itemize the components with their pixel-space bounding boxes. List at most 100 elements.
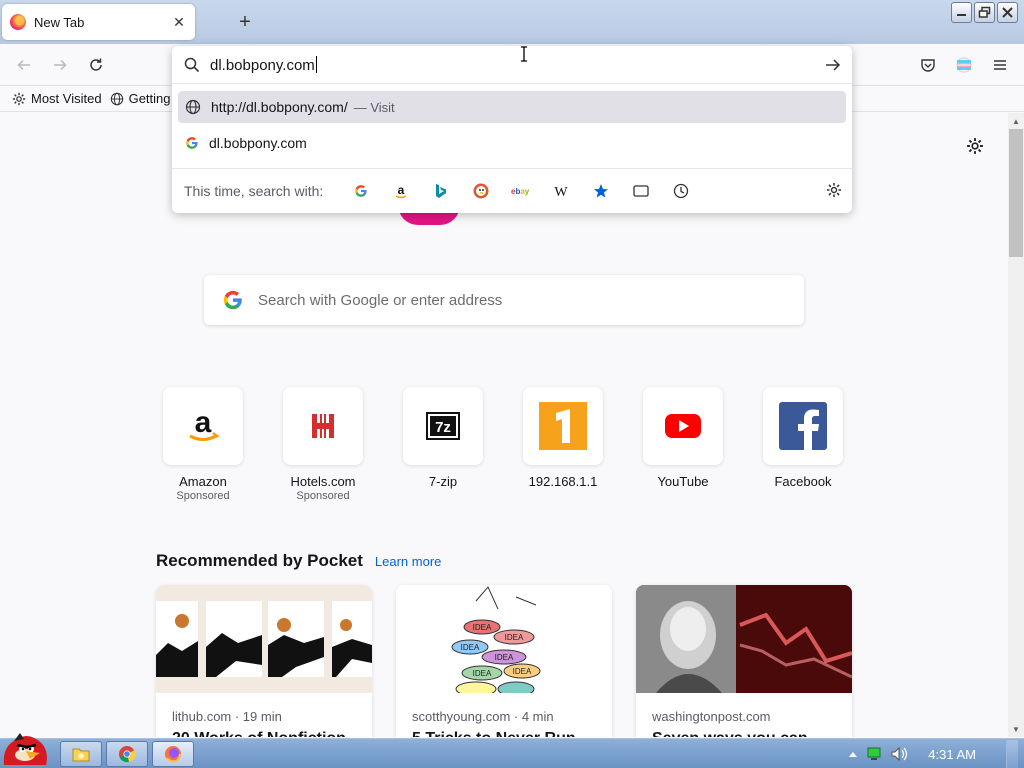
taskbar: 4:31 AM — [0, 733, 1024, 768]
urlbar-input[interactable]: dl.bobpony.com — [172, 46, 852, 84]
top-sites: a Amazon Sponsored Hotels.com Sponsored — [163, 387, 843, 502]
svg-text:W: W — [555, 185, 569, 198]
arrow-left-icon — [17, 59, 30, 71]
idea-stack-image: IDEA IDEA IDEA IDEA IDEA IDEA — [451, 586, 541, 693]
card-image — [636, 585, 852, 693]
globe-icon — [110, 92, 123, 105]
account-avatar-icon — [956, 57, 972, 73]
scroll-up-arrow-icon[interactable]: ▲ — [1008, 113, 1024, 129]
google-icon — [223, 290, 242, 310]
top-site-tile[interactable] — [763, 387, 843, 465]
forward-button[interactable] — [47, 52, 73, 78]
svg-text:IDEA: IDEA — [473, 623, 492, 632]
reload-icon — [90, 58, 102, 71]
taskbar-firefox-button[interactable] — [152, 741, 194, 767]
search-settings-gear-icon[interactable] — [826, 182, 842, 198]
minimize-button[interactable] — [951, 2, 972, 23]
tab-icon — [633, 185, 649, 197]
engine-duckduckgo-button[interactable] — [461, 175, 501, 207]
amazon-icon: a — [395, 183, 407, 199]
pocket-button[interactable] — [915, 52, 941, 78]
card-source: scotthyoung.com · 4 min — [412, 709, 554, 724]
wikipedia-icon: W — [555, 185, 569, 198]
engine-history-button[interactable] — [661, 175, 701, 207]
engine-google-button[interactable] — [341, 175, 381, 207]
firefox-icon — [10, 14, 26, 30]
suggestion-search-google[interactable]: dl.bobpony.com — [178, 127, 846, 159]
newtab-search-box[interactable]: Search with Google or enter address — [204, 275, 804, 325]
duckduckgo-icon — [473, 183, 489, 199]
engine-wikipedia-button[interactable]: W — [541, 175, 581, 207]
7zip-icon: 7z — [426, 412, 460, 440]
top-site-router[interactable]: 192.168.1.1 — [523, 387, 603, 502]
network-icon[interactable] — [866, 747, 882, 761]
hotels-icon — [309, 412, 337, 440]
engine-bookmarks-button[interactable] — [581, 175, 621, 207]
tab-new-tab[interactable]: New Tab ✕ — [2, 4, 195, 40]
top-site-youtube[interactable]: YouTube — [643, 387, 723, 502]
svg-text:IDEA: IDEA — [505, 633, 524, 642]
system-tray: 4:31 AM — [848, 739, 1024, 768]
suggestion-text: http://dl.bobpony.com/ — [211, 99, 348, 115]
svg-text:7z: 7z — [435, 419, 451, 436]
volume-icon[interactable] — [890, 746, 908, 762]
top-site-hotels[interactable]: Hotels.com Sponsored — [283, 387, 363, 502]
top-site-7zip[interactable]: 7z 7-zip — [403, 387, 483, 502]
card-image: IDEA IDEA IDEA IDEA IDEA IDEA — [396, 585, 612, 693]
top-site-label: Facebook — [774, 474, 832, 489]
scroll-down-arrow-icon[interactable]: ▼ — [1008, 721, 1024, 737]
taskbar-file-manager-button[interactable] — [60, 741, 102, 767]
scrollbar-thumb[interactable] — [1009, 129, 1023, 257]
google-icon — [355, 185, 367, 197]
engine-tabs-button[interactable] — [621, 175, 661, 207]
top-site-tile[interactable]: a — [163, 387, 243, 465]
gear-icon — [967, 138, 983, 154]
engine-ebay-button[interactable]: ebay — [501, 175, 541, 207]
close-window-button[interactable] — [997, 2, 1018, 23]
svg-text:IDEA: IDEA — [513, 667, 532, 676]
pocket-card[interactable]: IDEA IDEA IDEA IDEA IDEA IDEA scotthyoun… — [396, 585, 612, 737]
bookmark-most-visited[interactable]: Most Visited — [12, 91, 102, 106]
personalize-button[interactable] — [962, 133, 988, 159]
engine-bing-button[interactable] — [421, 175, 461, 207]
show-hidden-icons-arrow-icon[interactable] — [848, 750, 858, 758]
page-scrollbar[interactable]: ▲ ▼ — [1008, 113, 1024, 737]
engine-amazon-button[interactable]: a — [381, 175, 421, 207]
close-tab-button[interactable]: ✕ — [171, 14, 187, 30]
back-button[interactable] — [11, 52, 37, 78]
urlbar-value[interactable]: dl.bobpony.com — [210, 57, 315, 74]
top-site-tile[interactable] — [523, 387, 603, 465]
suggestion-visit-url[interactable]: http://dl.bobpony.com/ — Visit — [178, 91, 846, 123]
taskbar-chrome-button[interactable] — [106, 741, 148, 767]
top-site-tile[interactable] — [643, 387, 723, 465]
svg-text:IDEA: IDEA — [495, 653, 514, 662]
restore-button[interactable] — [974, 2, 995, 23]
card-title: 5 Tricks to Never Run — [396, 724, 612, 737]
sponsored-label: Sponsored — [296, 490, 350, 502]
top-site-facebook[interactable]: Facebook — [763, 387, 843, 502]
new-tab-button[interactable]: + — [234, 11, 256, 33]
google-icon — [186, 137, 198, 149]
chrome-icon — [119, 746, 136, 763]
pocket-card[interactable]: washingtonpost.com Seven ways you can — [636, 585, 852, 737]
account-button[interactable] — [951, 52, 977, 78]
restore-icon — [978, 6, 991, 18]
learn-more-link[interactable]: Learn more — [375, 554, 441, 569]
search-with-label: This time, search with: — [184, 183, 324, 199]
firefox-icon — [165, 746, 181, 763]
youtube-icon — [665, 414, 701, 438]
globe-icon — [185, 99, 201, 115]
top-site-tile[interactable] — [283, 387, 363, 465]
top-site-tile[interactable]: 7z — [403, 387, 483, 465]
arrow-right-icon — [54, 59, 67, 71]
pocket-card[interactable]: lithub.com · 19 min 20 Works of Nonficti… — [156, 585, 372, 737]
go-arrow-icon[interactable] — [824, 56, 842, 74]
top-site-amazon[interactable]: a Amazon Sponsored — [163, 387, 243, 502]
reload-button[interactable] — [83, 52, 109, 78]
clock[interactable]: 4:31 AM — [928, 747, 976, 762]
svg-text:IDEA: IDEA — [461, 643, 480, 652]
start-button-angry-bird-icon[interactable] — [0, 731, 54, 768]
hamburger-menu-icon — [994, 60, 1006, 70]
menu-button[interactable] — [987, 52, 1013, 78]
show-desktop-button[interactable] — [1006, 740, 1018, 768]
